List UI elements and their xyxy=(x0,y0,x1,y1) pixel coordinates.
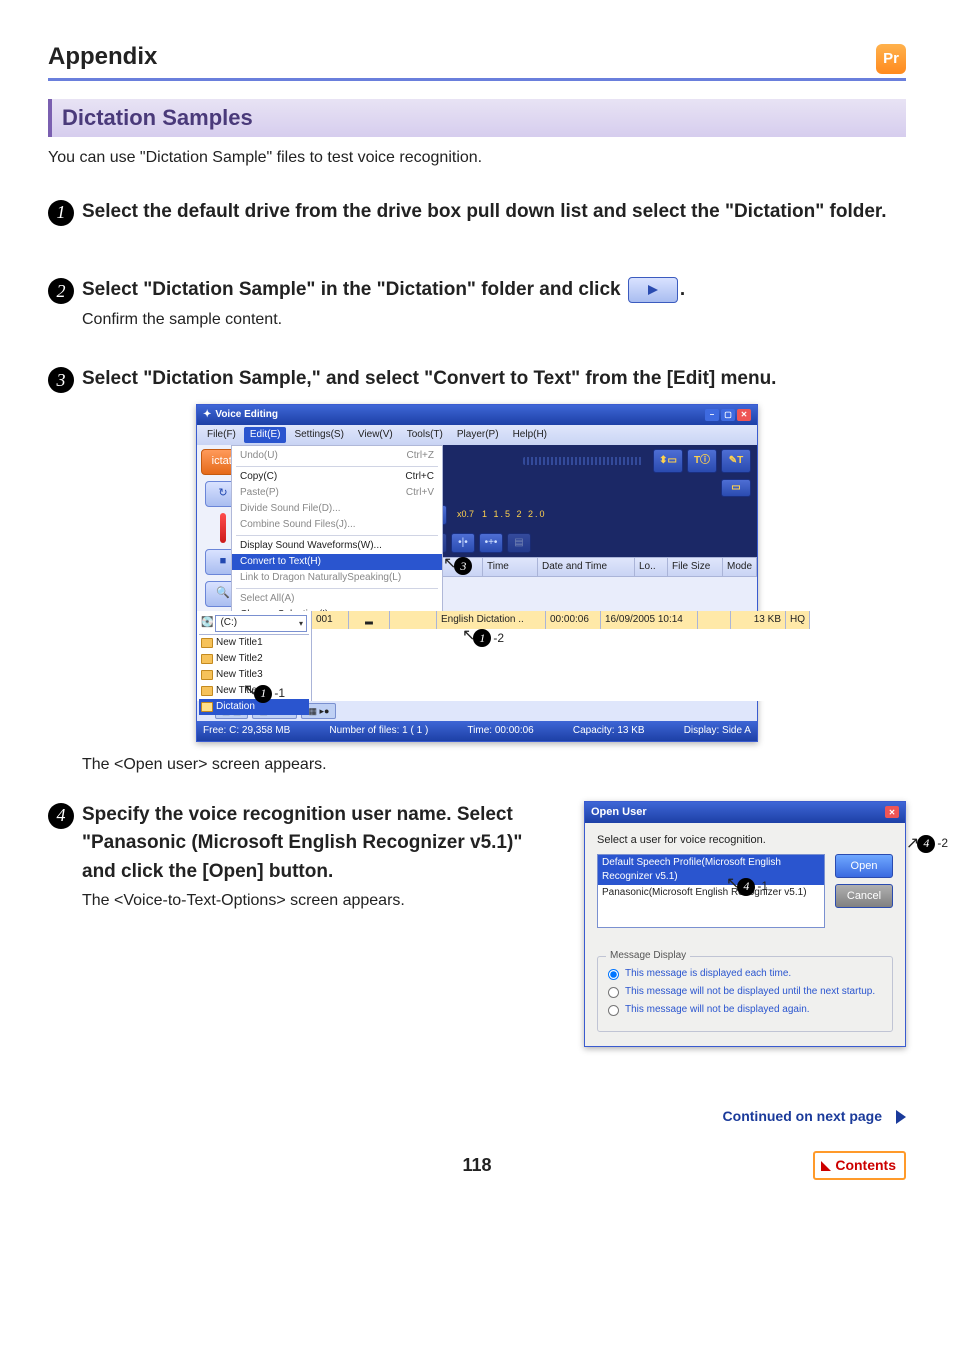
menu-waveforms[interactable]: Display Sound Waveforms(W)... xyxy=(232,538,442,554)
menu-view[interactable]: View(V) xyxy=(352,427,399,443)
callout-1-2: ↖ 1-2 xyxy=(462,625,504,647)
minimize-icon[interactable]: – xyxy=(705,409,719,421)
callout-4-2: ↖ 4-2 xyxy=(906,833,948,855)
step-number-1: 1 xyxy=(48,200,74,226)
step-2-title: Select "Dictation Sample" in the "Dictat… xyxy=(82,276,906,305)
file-list: 001 ▂ English Dictation .. 00:00:06 16/0… xyxy=(312,611,810,701)
drive-select[interactable]: (C:) xyxy=(215,615,307,632)
top-btn-3[interactable]: ✎T xyxy=(721,449,751,473)
step-1-title: Select the default drive from the drive … xyxy=(82,198,906,227)
close-icon[interactable]: ✕ xyxy=(737,409,751,421)
menu-convert-to-text[interactable]: Convert to Text(H) xyxy=(232,554,442,570)
open-button[interactable]: Open xyxy=(835,854,893,878)
top-btn-4[interactable]: ▭ xyxy=(721,479,751,497)
maximize-icon[interactable]: ▢ xyxy=(721,409,735,421)
page-heading: Appendix xyxy=(48,40,157,74)
menu-help[interactable]: Help(H) xyxy=(507,427,553,443)
callout-4-1: ↖ 4-1 xyxy=(726,873,768,895)
top-btn-1[interactable]: ⬍▭ xyxy=(653,449,683,473)
contents-triangle-icon xyxy=(821,1161,831,1171)
step-number-2: 2 xyxy=(48,278,74,304)
step-number-4: 4 xyxy=(48,803,74,829)
radio-next-startup[interactable]: This message will not be displayed until… xyxy=(608,985,882,999)
app-icon: ✦ xyxy=(203,408,211,422)
folder-tree: 💽 (C:) New Title1 New Title2 New Title3 … xyxy=(197,611,312,701)
file-row[interactable]: 001 ▂ English Dictation .. 00:00:06 16/0… xyxy=(312,611,810,629)
tool-split-icon[interactable]: •|• xyxy=(451,533,475,553)
dock-slider[interactable] xyxy=(220,513,226,543)
section-title: Dictation Samples xyxy=(48,99,906,138)
top-btn-2[interactable]: Tⓘ xyxy=(687,449,717,473)
menu-copy[interactable]: Copy(C)Ctrl+C xyxy=(232,469,442,485)
menu-file[interactable]: File(F) xyxy=(201,427,242,443)
window-title: Voice Editing xyxy=(215,408,278,422)
callout-1-1: ↖ 1-1 xyxy=(243,680,285,702)
menu-select-all: Select All(A) xyxy=(232,591,442,607)
dialog-label: Select a user for voice recognition. xyxy=(597,833,893,848)
step-2-title-a: Select "Dictation Sample" in the "Dictat… xyxy=(82,279,626,300)
step-3-caption: The <Open user> screen appears. xyxy=(82,754,906,776)
tree-new-title2[interactable]: New Title2 xyxy=(199,651,309,667)
radio-never[interactable]: This message will not be displayed again… xyxy=(608,1003,882,1017)
menu-edit[interactable]: Edit(E) xyxy=(244,427,287,443)
step-4-sub: The <Voice-to-Text-Options> screen appea… xyxy=(82,890,560,912)
tree-new-title1[interactable]: New Title1 xyxy=(199,635,309,651)
message-display-legend: Message Display xyxy=(606,949,690,963)
step-2-sub: Confirm the sample content. xyxy=(82,309,906,331)
menu-settings[interactable]: Settings(S) xyxy=(288,427,349,443)
menu-combine: Combine Sound Files(J)... xyxy=(232,517,442,533)
step-2-title-b: . xyxy=(680,279,685,300)
continued-text: Continued on next page xyxy=(723,1107,882,1127)
step-3-title: Select "Dictation Sample," and select "C… xyxy=(82,365,906,394)
play-button-icon[interactable] xyxy=(628,277,678,303)
pr-badge: Pr xyxy=(876,44,906,74)
menu-link-dragon: Link to Dragon NaturallySpeaking(L) xyxy=(232,570,442,586)
open-user-dialog: Open User ✕ Select a user for voice reco… xyxy=(584,801,906,1048)
tool-join-icon[interactable]: •+• xyxy=(479,533,503,553)
section-intro: You can use "Dictation Sample" files to … xyxy=(48,147,906,169)
user-listbox[interactable]: Default Speech Profile(Microsoft English… xyxy=(597,854,825,928)
callout-3: ↖ 3 xyxy=(443,553,472,575)
menu-undo: Undo(U)Ctrl+Z xyxy=(232,448,442,464)
page-number: 118 xyxy=(462,1153,491,1178)
radio-each-time[interactable]: This message is displayed each time. xyxy=(608,967,882,981)
user-default-profile[interactable]: Default Speech Profile(Microsoft English… xyxy=(598,855,824,885)
tool-extra-icon: ▤ xyxy=(507,533,531,553)
menu-divide: Divide Sound File(D)... xyxy=(232,501,442,517)
cancel-button[interactable]: Cancel xyxy=(835,884,893,908)
status-bar: Free: C: 29,358 MB Number of files: 1 ( … xyxy=(197,721,757,741)
dialog-title: Open User xyxy=(591,805,647,820)
step-4-title: Specify the voice recognition user name.… xyxy=(82,801,560,887)
step-number-3: 3 xyxy=(48,367,74,393)
continued-arrow-icon xyxy=(896,1110,906,1124)
menu-paste: Paste(P)Ctrl+V xyxy=(232,485,442,501)
menu-tools[interactable]: Tools(T) xyxy=(401,427,449,443)
menu-player[interactable]: Player(P) xyxy=(451,427,505,443)
contents-label: Contents xyxy=(835,1156,896,1176)
speed-display: x0.7 1 1.5 2 2.0 xyxy=(451,508,553,521)
contents-button[interactable]: Contents xyxy=(813,1151,906,1181)
user-panasonic[interactable]: Panasonic(Microsoft English Recognizer v… xyxy=(598,885,824,901)
dialog-close-icon[interactable]: ✕ xyxy=(885,806,899,818)
progress-bar xyxy=(523,457,643,465)
menu-bar: File(F) Edit(E) Settings(S) View(V) Tool… xyxy=(197,425,757,445)
drive-icon: 💽 xyxy=(201,616,213,630)
voice-editing-window: ✦ Voice Editing – ▢ ✕ File(F) Edit(E) Se… xyxy=(196,404,758,743)
